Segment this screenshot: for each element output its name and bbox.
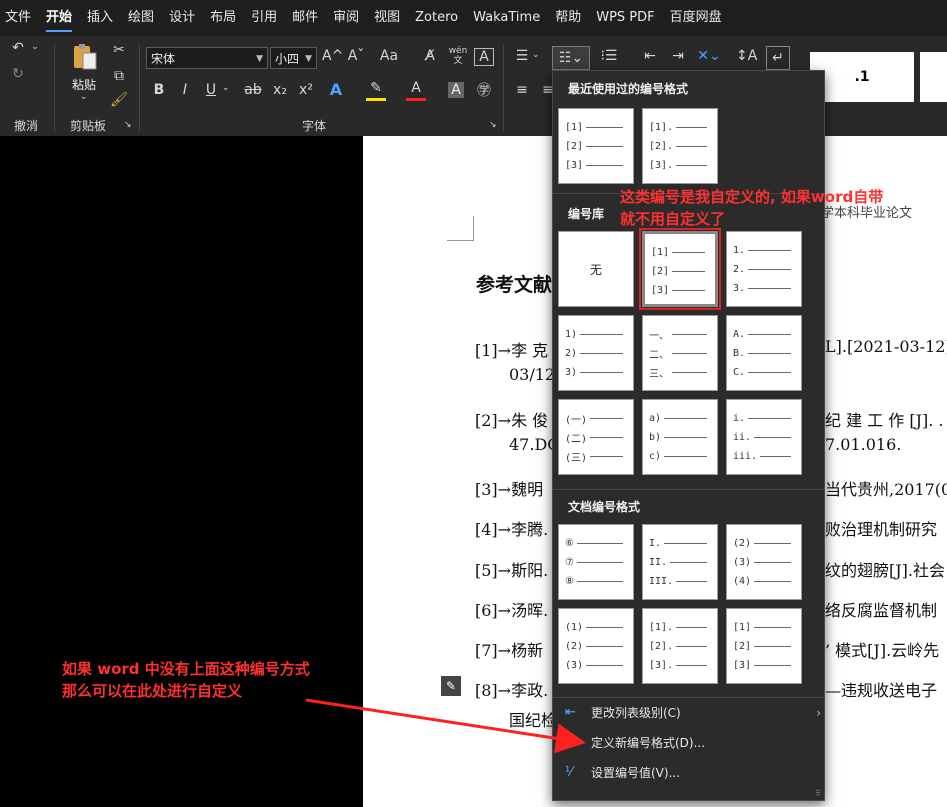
annotation-arrow bbox=[305, 698, 586, 754]
